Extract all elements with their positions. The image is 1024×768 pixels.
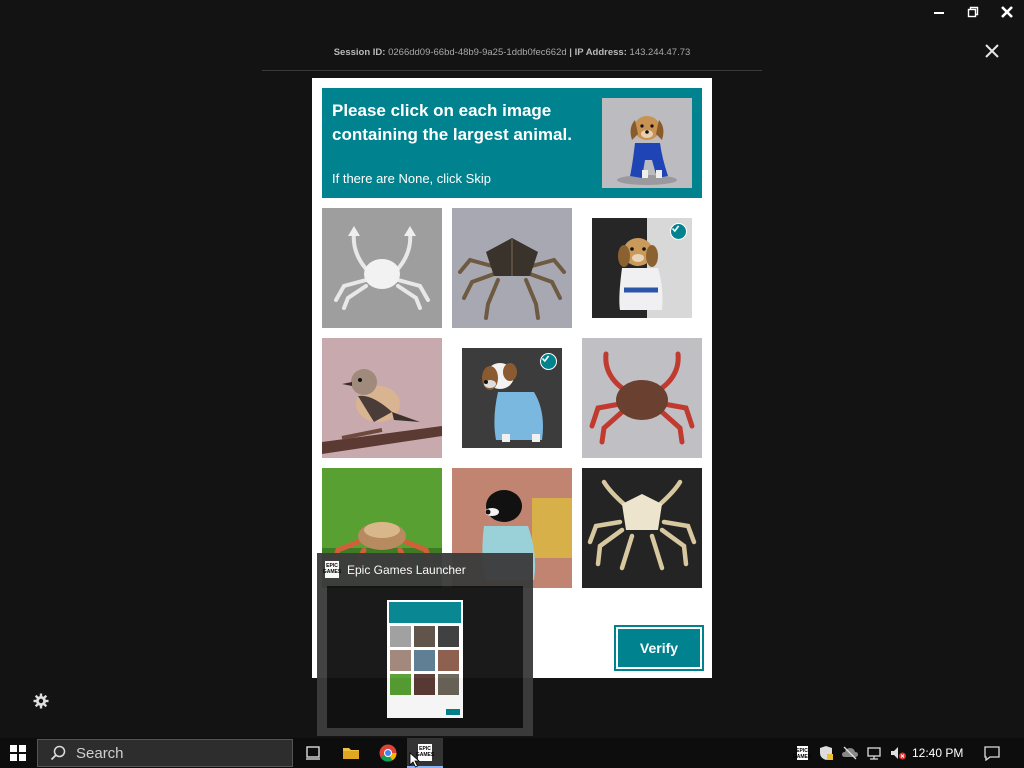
shield-icon (820, 746, 833, 760)
captcha-instruction: Please click on each image containing th… (332, 99, 592, 147)
taskbar-thumbnail-preview[interactable]: EPIC GAMES Epic Games Launcher (317, 553, 533, 736)
image-tile-5[interactable] (462, 348, 562, 448)
cursor-icon (409, 752, 421, 768)
image-tile-3[interactable] (592, 218, 692, 318)
tray-network-icon[interactable] (863, 738, 885, 768)
mini-tile (390, 626, 411, 647)
task-view-button[interactable] (295, 738, 331, 768)
image-tile-2[interactable] (452, 208, 572, 328)
instruction-line-1: Please click on each image (332, 101, 552, 120)
window-controls (922, 0, 1024, 24)
dog-icon (602, 98, 692, 188)
mini-tile (414, 650, 435, 671)
mini-banner (389, 602, 461, 623)
taskbar-search-box[interactable]: Search (37, 739, 293, 767)
selected-check-icon (540, 353, 557, 370)
divider (262, 70, 762, 71)
preview-app-name: Epic Games Launcher (347, 562, 466, 577)
image-tile-9[interactable] (582, 468, 702, 588)
taskbar: Search EPIC GAMES EPIC GAMES 12:40 PM (0, 738, 1024, 768)
selected-check-icon (670, 223, 687, 240)
notification-icon (984, 745, 1000, 761)
instruction-line-2: containing the largest animal. (332, 125, 572, 144)
volume-muted-icon (891, 747, 906, 760)
mini-captcha-card (387, 600, 463, 718)
chrome-icon (379, 744, 397, 762)
restore-button[interactable] (956, 0, 990, 24)
mouse-cursor (408, 752, 422, 768)
start-button[interactable] (0, 738, 36, 768)
tray-security-icon[interactable] (815, 738, 837, 768)
captcha-prompt-banner: Please click on each image containing th… (322, 88, 702, 198)
mini-tile (438, 626, 459, 647)
network-icon (867, 747, 881, 760)
session-id-value: 0266dd09-66bd-48b9-9a25-1ddb0fec662d (388, 47, 567, 58)
minimize-button[interactable] (922, 0, 956, 24)
ip-value: 143.244.47.73 (629, 47, 691, 58)
windows-icon (10, 745, 26, 761)
separator: | (569, 47, 572, 58)
crab-icon (582, 338, 702, 458)
example-image (602, 98, 692, 188)
image-tile-6[interactable] (582, 338, 702, 458)
minimize-icon (934, 12, 944, 14)
crab-icon (322, 208, 442, 328)
session-info: Session ID: 0266dd09-66bd-48b9-9a25-1ddb… (0, 47, 1024, 58)
close-icon (1001, 6, 1013, 18)
cloud-icon (842, 746, 858, 760)
preview-header: EPIC GAMES Epic Games Launcher (323, 561, 466, 578)
task-view-icon (306, 746, 320, 760)
gear-icon (33, 693, 49, 709)
image-tile-4[interactable] (322, 338, 442, 458)
folder-icon (343, 748, 359, 759)
chrome-button[interactable] (370, 738, 406, 768)
mini-tile (414, 674, 435, 695)
preview-thumbnail[interactable] (327, 586, 523, 728)
mini-tile (438, 650, 459, 671)
session-id-label: Session ID: (333, 47, 386, 58)
crab-icon (582, 468, 702, 588)
search-placeholder: Search (76, 744, 124, 762)
mini-tile (414, 626, 435, 647)
mini-verify (446, 709, 460, 715)
file-explorer-button[interactable] (333, 738, 369, 768)
search-icon (50, 745, 66, 761)
restore-icon (967, 6, 979, 18)
notification-center-button[interactable] (980, 738, 1004, 768)
mini-tile (390, 650, 411, 671)
tray-volume-icon[interactable] (887, 738, 909, 768)
crab-icon (452, 208, 572, 328)
verify-button[interactable]: Verify (614, 625, 704, 671)
ip-label: IP Address: (574, 47, 627, 58)
tray-epic-icon[interactable]: EPIC GAMES (793, 738, 811, 768)
captcha-subtitle: If there are None, click Skip (332, 171, 491, 186)
image-tile-1[interactable] (322, 208, 442, 328)
epic-games-logo-icon: EPIC GAMES (323, 561, 341, 578)
tray-onedrive-icon[interactable] (839, 738, 861, 768)
epic-games-logo-icon: EPIC GAMES (792, 746, 812, 760)
mini-tile (390, 674, 411, 695)
settings-button[interactable] (33, 693, 49, 709)
bird-icon (322, 338, 442, 458)
mini-tile (438, 674, 459, 695)
close-window-button[interactable] (990, 0, 1024, 24)
taskbar-clock[interactable]: 12:40 PM (912, 746, 963, 760)
